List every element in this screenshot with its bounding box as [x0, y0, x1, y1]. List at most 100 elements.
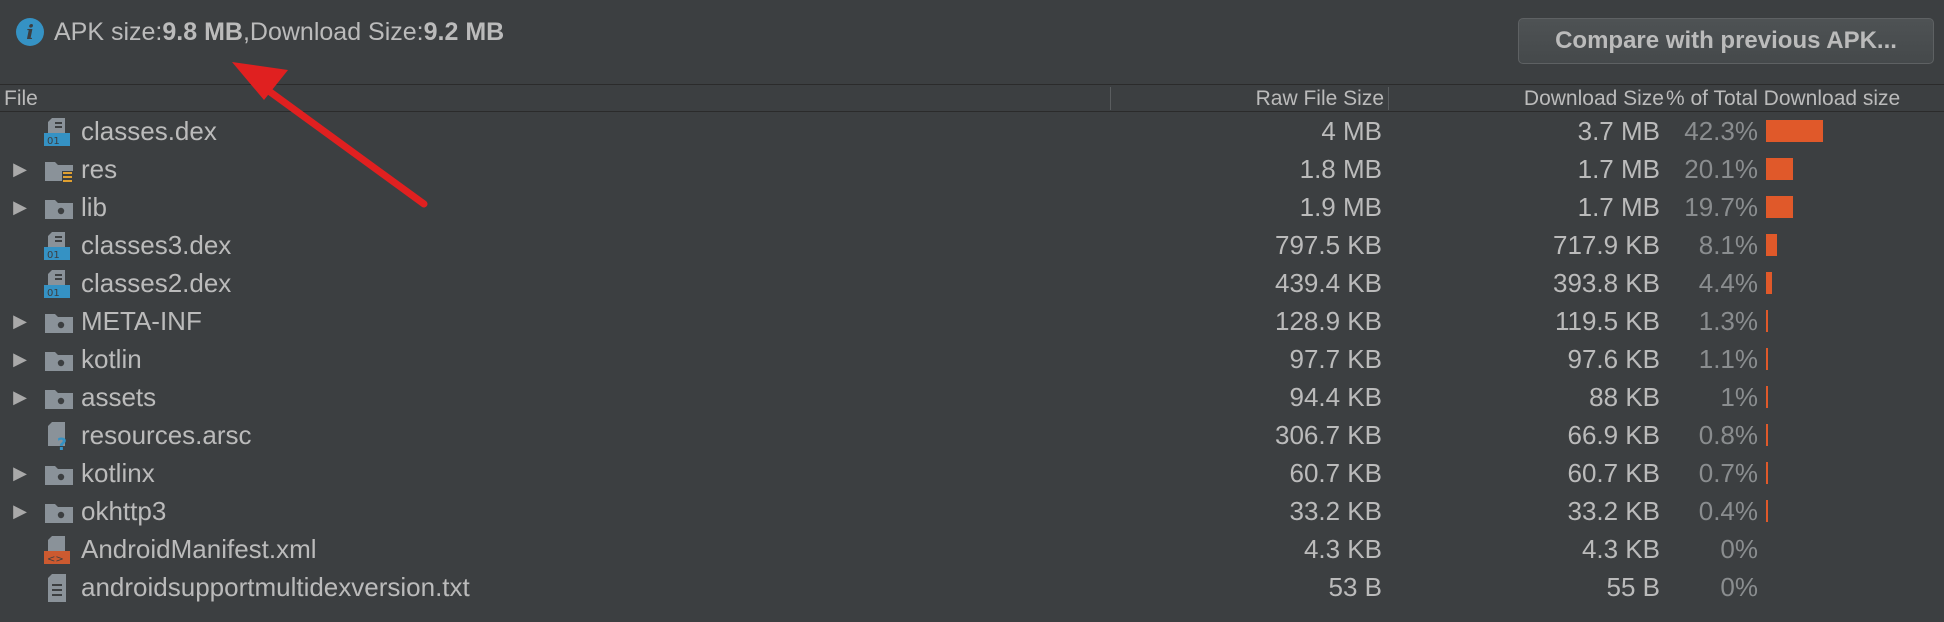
file-name: AndroidManifest.xml	[81, 534, 317, 564]
download-size-value: 9.2 MB	[423, 17, 505, 46]
column-header-download-size[interactable]: Download Size	[1524, 85, 1664, 112]
file-name: lib	[81, 192, 108, 222]
column-header-file[interactable]: File	[4, 85, 38, 112]
svg-text:<>: <>	[47, 554, 64, 564]
table-body: 01 classes.dex 4 MB 3.7 MB 42.3% ▶ res 1.8 MB 1.…	[0, 112, 1944, 606]
raw-file-size: 53 B	[1328, 572, 1383, 602]
dex-file-icon: 01	[44, 270, 74, 299]
download-size: 66.9 KB	[1567, 420, 1660, 450]
table-row[interactable]: ▶ assets 94.4 KB 88 KB 1%	[0, 378, 1944, 416]
expand-arrow-icon[interactable]: ▶	[12, 378, 28, 416]
xml-file-icon: <>	[44, 536, 74, 565]
expand-arrow-icon[interactable]: ▶	[12, 492, 28, 530]
raw-file-size: 797.5 KB	[1275, 230, 1382, 260]
download-size: 97.6 KB	[1567, 344, 1660, 374]
raw-file-size: 306.7 KB	[1275, 420, 1382, 450]
download-size: 119.5 KB	[1554, 306, 1660, 336]
download-share-bar	[1766, 196, 1793, 218]
download-size: 1.7 MB	[1577, 154, 1660, 184]
file-name: classes.dex	[81, 116, 217, 146]
expand-arrow-icon[interactable]: ▶	[12, 454, 28, 492]
file-name: classes3.dex	[81, 230, 232, 260]
apk-size-value: 9.8 MB	[162, 17, 243, 46]
download-size: 88 KB	[1589, 382, 1660, 412]
expand-arrow-icon[interactable]: ▶	[12, 340, 28, 378]
expand-arrow-icon[interactable]: ▶	[12, 188, 28, 226]
expand-arrow-icon[interactable]: ▶	[12, 150, 28, 188]
raw-file-size: 33.2 KB	[1289, 496, 1382, 526]
table-row[interactable]: ▶ res 1.8 MB 1.7 MB 20.1%	[0, 150, 1944, 188]
dex-file-icon: 01	[44, 118, 74, 147]
table-row[interactable]: 01 classes3.dex 797.5 KB 717.9 KB 8.1%	[0, 226, 1944, 264]
file-name: classes2.dex	[81, 268, 232, 298]
file-name: META-INF	[81, 306, 202, 336]
download-share-bar	[1766, 310, 1768, 332]
svg-text:01: 01	[47, 288, 60, 298]
column-divider[interactable]	[1110, 87, 1111, 110]
percent-of-total: 1.3%	[1698, 306, 1758, 336]
svg-text:?: ?	[57, 435, 67, 450]
percent-of-total: 0.4%	[1698, 496, 1758, 526]
raw-file-size: 60.7 KB	[1289, 458, 1382, 488]
apk-size-label: APK size:	[54, 17, 163, 46]
percent-of-total: 42.3%	[1684, 116, 1758, 146]
raw-file-size: 1.8 MB	[1299, 154, 1382, 184]
raw-file-size: 4 MB	[1321, 116, 1382, 146]
file-name: assets	[81, 382, 157, 412]
percent-of-total: 0%	[1720, 534, 1758, 564]
folder-icon	[44, 346, 74, 374]
download-size: 393.8 KB	[1553, 268, 1660, 298]
table-row[interactable]: ▶ META-INF 128.9 KB 119.5 KB 1.3%	[0, 302, 1944, 340]
percent-of-total: 1.1%	[1698, 344, 1758, 374]
percent-of-total: 1%	[1720, 382, 1758, 412]
apk-contents-table: File Raw File Size Download Size % of To…	[0, 84, 1944, 606]
table-header: File Raw File Size Download Size % of To…	[0, 84, 1944, 112]
table-row[interactable]: androidsupportmultidexversion.txt 53 B 55 …	[0, 568, 1944, 606]
table-row[interactable]: ▶ okhttp3 33.2 KB 33.2 KB 0.4%	[0, 492, 1944, 530]
download-share-bar	[1766, 462, 1768, 484]
download-size: 1.7 MB	[1577, 192, 1660, 222]
download-size: 717.9 KB	[1553, 230, 1660, 260]
unknown-file-icon: ?	[44, 422, 74, 455]
download-size-label: Download Size:	[249, 17, 424, 46]
column-header-percent[interactable]: % of Total Download size	[1666, 85, 1900, 112]
percent-of-total: 20.1%	[1684, 154, 1758, 184]
percent-of-total: 8.1%	[1698, 230, 1758, 260]
percent-of-total: 19.7%	[1684, 192, 1758, 222]
table-row[interactable]: <> AndroidManifest.xml 4.3 KB 4.3 KB 0%	[0, 530, 1944, 568]
file-name: okhttp3	[81, 496, 167, 526]
table-row[interactable]: 01 classes.dex 4 MB 3.7 MB 42.3%	[0, 112, 1944, 150]
download-share-bar	[1766, 234, 1777, 256]
folder-icon	[44, 384, 74, 412]
raw-file-size: 128.9 KB	[1275, 306, 1382, 336]
file-name: kotlin	[81, 344, 142, 374]
download-size: 60.7 KB	[1567, 458, 1660, 488]
percent-of-total: 4.4%	[1698, 268, 1758, 298]
percent-of-total: 0.8%	[1698, 420, 1758, 450]
table-row[interactable]: ? resources.arsc 306.7 KB 66.9 KB 0.8%	[0, 416, 1944, 455]
raw-file-size: 439.4 KB	[1275, 268, 1382, 298]
svg-text:01: 01	[47, 250, 60, 260]
dex-file-icon: 01	[44, 232, 74, 261]
folder-icon	[44, 498, 74, 526]
raw-file-size: 97.7 KB	[1289, 344, 1382, 374]
file-name: androidsupportmultidexversion.txt	[81, 572, 470, 602]
table-row[interactable]: ▶ kotlin 97.7 KB 97.6 KB 1.1%	[0, 340, 1944, 378]
folder-icon	[44, 194, 74, 222]
download-size: 4.3 KB	[1581, 534, 1660, 564]
table-row[interactable]: 01 classes2.dex 439.4 KB 393.8 KB 4.4%	[0, 264, 1944, 302]
table-row[interactable]: ▶ kotlinx 60.7 KB 60.7 KB 0.7%	[0, 454, 1944, 492]
folder-icon	[44, 460, 74, 488]
download-share-bar	[1766, 272, 1772, 294]
download-share-bar	[1766, 500, 1768, 522]
column-divider[interactable]	[1388, 87, 1389, 110]
compare-with-previous-apk-button[interactable]: Compare with previous APK...	[1518, 18, 1934, 64]
expand-arrow-icon[interactable]: ▶	[12, 302, 28, 340]
table-row[interactable]: ▶ lib 1.9 MB 1.7 MB 19.7%	[0, 188, 1944, 226]
download-share-bar	[1766, 424, 1768, 446]
column-header-raw-size[interactable]: Raw File Size	[1256, 85, 1384, 112]
